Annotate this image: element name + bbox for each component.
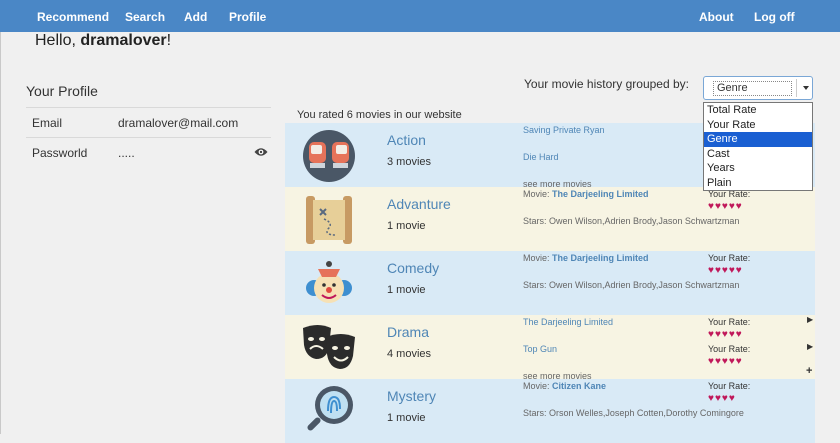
movie-prefix: Movie:: [523, 253, 553, 263]
treasure-map-icon: [306, 196, 352, 244]
nav-profile[interactable]: Profile: [229, 10, 266, 24]
genre-name[interactable]: Action: [387, 132, 426, 148]
password-value: .....: [118, 146, 135, 160]
email-value: dramalover@mail.com: [118, 116, 239, 130]
stars-line: Stars: Owen Wilson,Adrien Brody,Jason Sc…: [523, 216, 740, 226]
genre-count: 1 movie: [387, 220, 426, 232]
select-divider: [796, 79, 797, 97]
nav-log-off[interactable]: Log off: [754, 10, 795, 24]
movie-prefix: Movie:: [523, 189, 553, 199]
expand-arrow-icon[interactable]: ▶: [807, 342, 813, 351]
movie-prefix: Movie:: [523, 381, 553, 391]
your-rate-label: Your Rate:: [708, 381, 751, 391]
greeting-prefix: Hello,: [35, 32, 81, 49]
email-label: Email: [32, 116, 63, 130]
genre-row-advanture: Advanture 1 movie Movie: The Darjeeling …: [285, 187, 815, 251]
group-by-option[interactable]: Cast: [704, 147, 812, 162]
genre-count: 1 movie: [387, 284, 426, 296]
group-by-option-selected[interactable]: Genre: [704, 132, 812, 147]
genre-count: 4 movies: [387, 348, 432, 360]
movie-link[interactable]: The Darjeeling Limited: [523, 317, 613, 327]
plus-icon[interactable]: +: [806, 365, 812, 377]
movie-title-link[interactable]: The Darjeeling Limited: [552, 253, 649, 263]
group-by-option[interactable]: Plain: [704, 176, 812, 191]
stars-line: Stars: Orson Welles,Joseph Cotten,Doroth…: [523, 408, 744, 418]
group-by-select[interactable]: Genre: [703, 76, 813, 100]
your-rate-label: Your Rate:: [708, 317, 751, 327]
nav-search[interactable]: Search: [125, 10, 165, 24]
expand-arrow-icon[interactable]: ▶: [807, 315, 813, 324]
genre-row-drama: Drama 4 movies The Darjeeling Limited To…: [285, 315, 815, 379]
movie-title-link[interactable]: The Darjeeling Limited: [552, 189, 649, 199]
heart-rating[interactable]: ♥♥♥♥: [708, 393, 736, 404]
genre-name[interactable]: Advanture: [387, 196, 451, 212]
movie-line: Movie: The Darjeeling Limited: [523, 189, 649, 199]
left-divider: [0, 32, 1, 434]
nav-about[interactable]: About: [699, 10, 734, 24]
see-more-link[interactable]: see more movies: [523, 179, 592, 187]
clown-icon: [306, 261, 352, 303]
rated-count-note: You rated 6 movies in our website: [297, 109, 462, 121]
movie-link[interactable]: Top Gun: [523, 344, 557, 354]
theater-masks-icon: [303, 325, 355, 369]
genre-count: 1 movie: [387, 412, 426, 424]
group-by-option[interactable]: Total Rate: [704, 103, 812, 118]
greeting: Hello, dramalover!: [35, 32, 171, 50]
history-group-label: Your movie history grouped by:: [524, 77, 689, 91]
nav-add[interactable]: Add: [184, 10, 207, 24]
heart-rating[interactable]: ♥♥♥♥♥: [708, 329, 743, 340]
heart-rating[interactable]: ♥♥♥♥♥: [708, 356, 743, 367]
group-by-option[interactable]: Years: [704, 161, 812, 176]
profile-table: Email dramalover@mail.com Passworld ....…: [26, 107, 271, 167]
genre-row-comedy: Comedy 1 movie Movie: The Darjeeling Lim…: [285, 251, 815, 315]
password-label: Passworld: [32, 146, 88, 160]
group-by-dropdown: Total Rate Your Rate Genre Cast Years Pl…: [703, 102, 813, 191]
eye-icon[interactable]: [254, 146, 268, 158]
genre-name[interactable]: Comedy: [387, 260, 439, 276]
chevron-down-icon[interactable]: [803, 86, 809, 90]
group-by-selected-value: Genre: [713, 81, 792, 96]
movie-title-link[interactable]: Citizen Kane: [552, 381, 606, 391]
movie-link[interactable]: Die Hard: [523, 152, 559, 162]
profile-title: Your Profile: [26, 83, 98, 99]
heart-rating[interactable]: ♥♥♥♥♥: [708, 201, 743, 212]
group-by-option[interactable]: Your Rate: [704, 118, 812, 133]
top-navbar: Recommend Search Add Profile About Log o…: [0, 0, 840, 32]
nav-recommend[interactable]: Recommend: [37, 10, 109, 24]
your-rate-label: Your Rate:: [708, 253, 751, 263]
genre-name[interactable]: Mystery: [387, 388, 436, 404]
stars-line: Stars: Owen Wilson,Adrien Brody,Jason Sc…: [523, 280, 740, 290]
profile-row-email: Email dramalover@mail.com: [26, 107, 271, 137]
greeting-username: dramalover: [80, 32, 167, 49]
your-rate-label: Your Rate:: [708, 344, 751, 354]
greeting-suffix: !: [166, 32, 172, 49]
heart-rating[interactable]: ♥♥♥♥♥: [708, 265, 743, 276]
genre-name[interactable]: Drama: [387, 324, 429, 340]
movie-line: Movie: Citizen Kane: [523, 381, 606, 391]
boxing-gloves-icon: [303, 130, 355, 182]
genre-count: 3 movies: [387, 156, 432, 168]
movie-line: Movie: The Darjeeling Limited: [523, 253, 649, 263]
genre-row-mystery: Mystery 1 movie Movie: Citizen Kane Star…: [285, 379, 815, 443]
movie-link[interactable]: Saving Private Ryan: [523, 125, 605, 135]
profile-row-password: Passworld .....: [26, 137, 271, 167]
see-more-link[interactable]: see more movies: [523, 371, 592, 379]
magnifier-fingerprint-icon: [307, 386, 353, 431]
